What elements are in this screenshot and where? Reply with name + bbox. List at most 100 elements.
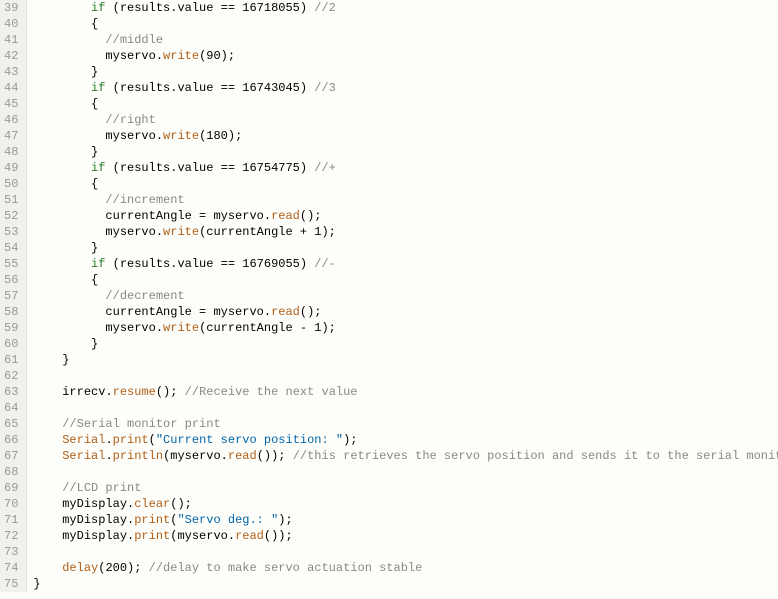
token-plain: ());: [264, 529, 293, 543]
token-number: 180: [206, 129, 228, 143]
token-comment: //increment: [105, 193, 184, 207]
token-number: 16743045: [242, 81, 300, 95]
line-number: 48: [4, 144, 18, 160]
token-op: .: [105, 385, 112, 399]
line-number: 71: [4, 512, 18, 528]
token-comment: //2: [314, 1, 336, 15]
token-plain: {: [91, 17, 98, 31]
token-comment: //decrement: [105, 289, 184, 303]
line-number: 45: [4, 96, 18, 112]
token-plain: {: [91, 273, 98, 287]
token-plain: (myservo: [163, 449, 221, 463]
code-line: {: [33, 272, 778, 288]
token-comment: //-: [314, 257, 336, 271]
line-number: 42: [4, 48, 18, 64]
code-line: //LCD print: [33, 480, 778, 496]
line-number: 65: [4, 416, 18, 432]
token-plain: (results: [105, 257, 170, 271]
line-number: 51: [4, 192, 18, 208]
token-plain: );: [127, 561, 149, 575]
code-line: [33, 544, 778, 560]
token-op: .: [156, 129, 163, 143]
line-number: 74: [4, 560, 18, 576]
token-plain: }: [91, 145, 98, 159]
line-number: 62: [4, 368, 18, 384]
code-line: myDisplay.print("Servo deg.: ");: [33, 512, 778, 528]
token-method: read: [235, 529, 264, 543]
line-number: 68: [4, 464, 18, 480]
line-number: 61: [4, 352, 18, 368]
token-plain: }: [33, 577, 40, 591]
token-plain: }: [91, 337, 98, 351]
token-plain: (results: [105, 81, 170, 95]
code-line: delay(200); //delay to make servo actuat…: [33, 560, 778, 576]
token-plain: {: [91, 97, 98, 111]
code-line: [33, 368, 778, 384]
token-plain: myDisplay: [62, 497, 127, 511]
token-method: write: [163, 321, 199, 335]
line-number: 59: [4, 320, 18, 336]
token-string: "Servo deg.: ": [177, 513, 278, 527]
code-area[interactable]: if (results. value == 16718055) //2 { //m…: [27, 0, 778, 592]
token-comment: //this retrieves the servo position and …: [293, 449, 778, 463]
line-number: 70: [4, 496, 18, 512]
token-op: .: [228, 529, 235, 543]
token-plain: }: [62, 353, 69, 367]
line-number-gutter: 3940414243444546474849505152535455565758…: [0, 0, 27, 592]
code-line: myservo.write(currentAngle - 1);: [33, 320, 778, 336]
token-keyword: if: [91, 1, 105, 15]
token-plain: (currentAngle -: [199, 321, 314, 335]
token-plain: (: [149, 433, 156, 447]
line-number: 54: [4, 240, 18, 256]
line-number: 60: [4, 336, 18, 352]
token-method: read: [271, 305, 300, 319]
token-comment: //right: [105, 113, 155, 127]
token-comment: //middle: [105, 33, 163, 47]
token-number: 16718055: [242, 1, 300, 15]
line-number: 52: [4, 208, 18, 224]
token-number: 16754775: [242, 161, 300, 175]
token-op: .: [264, 305, 271, 319]
token-plain: (currentAngle +: [199, 225, 314, 239]
token-method: println: [113, 449, 163, 463]
code-line: }: [33, 144, 778, 160]
code-line: }: [33, 336, 778, 352]
token-plain: (results: [105, 1, 170, 15]
line-number: 67: [4, 448, 18, 464]
code-line: //decrement: [33, 288, 778, 304]
token-plain: }: [91, 65, 98, 79]
line-number: 57: [4, 288, 18, 304]
token-plain: ();: [156, 385, 185, 399]
code-line: //right: [33, 112, 778, 128]
line-number: 63: [4, 384, 18, 400]
token-plain: value: [177, 81, 220, 95]
token-plain: myservo: [105, 49, 155, 63]
code-line: [33, 400, 778, 416]
token-plain: );: [228, 129, 242, 143]
code-line: }: [33, 352, 778, 368]
code-line: }: [33, 576, 778, 592]
token-method: read: [228, 449, 257, 463]
code-line: Serial.print("Current servo position: ")…: [33, 432, 778, 448]
token-plain: (results: [105, 161, 170, 175]
token-method: write: [163, 129, 199, 143]
token-type: Serial: [62, 449, 105, 463]
line-number: 47: [4, 128, 18, 144]
code-line: }: [33, 240, 778, 256]
token-keyword: if: [91, 161, 105, 175]
token-number: 16769055: [242, 257, 300, 271]
token-plain: ): [300, 161, 314, 175]
code-line: [33, 464, 778, 480]
line-number: 64: [4, 400, 18, 416]
code-line: myservo.write(180);: [33, 128, 778, 144]
code-line: //middle: [33, 32, 778, 48]
token-method: print: [134, 513, 170, 527]
token-number: 90: [206, 49, 220, 63]
token-number: 200: [105, 561, 127, 575]
line-number: 43: [4, 64, 18, 80]
token-keyword: if: [91, 81, 105, 95]
code-line: }: [33, 64, 778, 80]
token-method: read: [271, 209, 300, 223]
token-op: ==: [221, 161, 235, 175]
line-number: 75: [4, 576, 18, 592]
